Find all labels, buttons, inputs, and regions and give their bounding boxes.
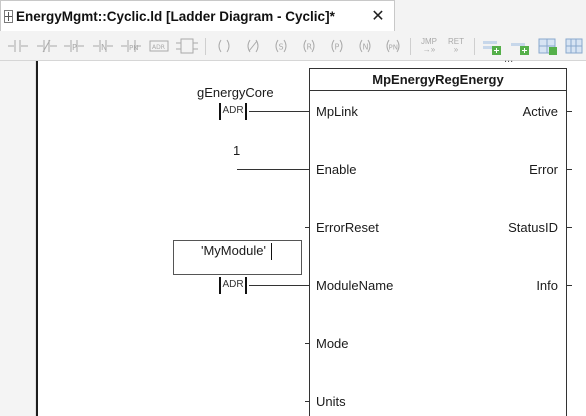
function-block[interactable]: MpEnergyRegEnergy xyxy=(309,68,567,416)
svg-text:N: N xyxy=(363,43,369,52)
pin-errorreset[interactable]: ErrorReset xyxy=(316,220,379,235)
pin-info[interactable]: Info xyxy=(536,278,558,293)
pin-error[interactable]: Error xyxy=(529,162,558,177)
tab-title: EnergyMgmt::Cyclic.ld [Ladder Diagram - … xyxy=(16,8,335,24)
coil-pn-icon[interactable]: PN xyxy=(382,36,404,56)
pin-info-stub xyxy=(567,285,572,286)
pin-active[interactable]: Active xyxy=(523,104,558,119)
pin-active-stub xyxy=(567,111,572,112)
toolbar-separator xyxy=(205,38,206,55)
contact-nc-icon[interactable] xyxy=(36,36,58,56)
module-name-input[interactable]: 'MyModule' xyxy=(173,240,302,275)
pin-modulename[interactable]: ModuleName xyxy=(316,278,393,293)
ladder-toolbar: P N PN ADR S R P N PN JMP →» RET» xyxy=(0,31,586,61)
pin-enable[interactable]: Enable xyxy=(316,162,356,177)
contact-n-icon[interactable]: N xyxy=(92,36,114,56)
toolbar-separator xyxy=(474,38,475,55)
coil-reset-icon[interactable]: R xyxy=(298,36,320,56)
power-rail xyxy=(36,61,38,416)
adr-function[interactable]: ADR xyxy=(219,103,247,120)
function-block-name: MpEnergyRegEnergy xyxy=(310,69,566,91)
jump-icon[interactable]: JMP →» xyxy=(417,36,441,56)
svg-text:R: R xyxy=(307,43,313,52)
pin-statusid[interactable]: StatusID xyxy=(508,220,558,235)
svg-text:PN: PN xyxy=(389,44,398,52)
grid-icon[interactable] xyxy=(537,36,559,56)
return-icon[interactable]: RET» xyxy=(444,36,468,56)
pin-mplink[interactable]: MpLink xyxy=(316,104,358,119)
coil-negated-icon[interactable] xyxy=(242,36,264,56)
svg-text:S: S xyxy=(279,43,284,52)
block-instance-label: ... xyxy=(504,53,514,65)
coil-p-icon[interactable]: P xyxy=(326,36,348,56)
block-icon[interactable] xyxy=(176,36,198,56)
coil-n-icon[interactable]: N xyxy=(354,36,376,56)
adr-function-modulename[interactable]: ADR xyxy=(219,277,247,294)
pin-mode-stub xyxy=(305,343,309,344)
pin-mode[interactable]: Mode xyxy=(316,336,349,351)
contact-p-icon[interactable]: P xyxy=(63,36,85,56)
pin-units-stub xyxy=(305,401,309,402)
close-tab-icon[interactable]: ✕ xyxy=(370,6,386,26)
ladder-file-icon xyxy=(4,10,13,23)
pin-units[interactable]: Units xyxy=(316,394,346,409)
pin-statusid-stub xyxy=(567,227,572,228)
coil-set-icon[interactable]: S xyxy=(270,36,292,56)
adr-icon[interactable]: ADR xyxy=(148,36,170,56)
text-caret xyxy=(271,243,272,260)
svg-text:ADR: ADR xyxy=(152,44,165,51)
svg-text:PN: PN xyxy=(129,44,138,52)
enable-constant[interactable]: 1 xyxy=(233,143,240,158)
grid-large-icon[interactable] xyxy=(564,36,586,56)
mplink-variable[interactable]: gEnergyCore xyxy=(197,85,274,100)
pin-error-stub xyxy=(567,169,572,170)
module-name-value: 'MyModule' xyxy=(201,243,266,258)
mplink-wire xyxy=(249,111,309,112)
coil-icon[interactable] xyxy=(213,36,235,56)
ladder-editor[interactable]: ... MpEnergyRegEnergy MpLink Enable Erro… xyxy=(0,53,586,416)
svg-text:P: P xyxy=(72,43,77,52)
enable-wire xyxy=(237,169,309,170)
svg-text:N: N xyxy=(101,43,107,52)
jump-arrow: →» xyxy=(422,45,436,54)
tab-strip: EnergyMgmt::Cyclic.ld [Ladder Diagram - … xyxy=(0,0,586,31)
add-network-icon[interactable] xyxy=(481,36,503,56)
network-gutter xyxy=(0,61,36,416)
contact-pn-icon[interactable]: PN xyxy=(120,36,142,56)
return-arrow: » xyxy=(453,45,459,54)
svg-text:P: P xyxy=(335,43,340,52)
modulename-wire xyxy=(249,285,309,286)
toolbar-separator xyxy=(410,38,411,55)
pin-errorreset-stub xyxy=(305,227,309,228)
contact-no-icon[interactable] xyxy=(7,36,29,56)
editor-tab[interactable]: EnergyMgmt::Cyclic.ld [Ladder Diagram - … xyxy=(0,0,395,31)
